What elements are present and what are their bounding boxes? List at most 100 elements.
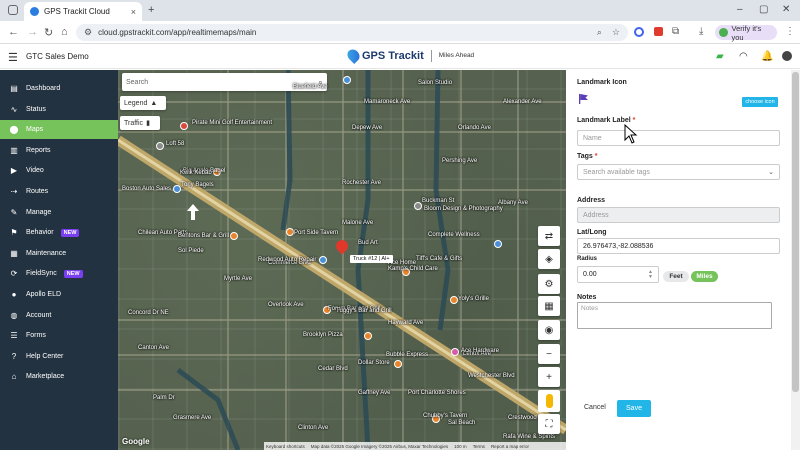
routes-icon: ⇢ (10, 187, 18, 196)
zoom-out-button[interactable]: − (538, 344, 560, 364)
sidebar-item-label: Dashboard (26, 85, 61, 92)
traffic-button[interactable]: Traffic ▮ (120, 116, 160, 130)
layers-icon[interactable]: ◈ (538, 249, 560, 269)
account-icon: ◍ (10, 310, 18, 320)
name-input[interactable]: Name (577, 130, 780, 146)
window-close-icon[interactable]: ✕ (782, 4, 790, 15)
sidebar-item-label: Forms (26, 332, 46, 340)
poi-marker-icon[interactable] (173, 185, 181, 193)
map-pin-icon: ⬤ (9, 125, 19, 135)
cluster-icon[interactable]: ◉ (538, 320, 560, 340)
poi-marker-icon[interactable] (414, 202, 422, 210)
poi-marker-icon[interactable] (450, 296, 458, 304)
sidebar-item-maps[interactable]: ⬤ Maps (0, 120, 118, 140)
cancel-button[interactable]: Cancel (584, 404, 606, 411)
sidebar-item-label: Video (26, 167, 44, 175)
sidebar-item-fieldsync[interactable]: ⟳ FieldSync NEW (0, 264, 118, 283)
site-info-icon[interactable]: ⚙ (84, 27, 92, 38)
terms-link[interactable]: Terms (473, 444, 485, 449)
sidebar-item-status[interactable]: ∿ Status (0, 100, 118, 119)
poi-marker-icon[interactable] (394, 360, 402, 368)
chat-icon[interactable]: ▰ (716, 51, 724, 62)
legend-button[interactable]: Legend ▲ (120, 96, 166, 110)
extension-chrome-icon[interactable] (634, 27, 644, 37)
tab-close-icon[interactable]: × (131, 7, 136, 17)
poi-marker-icon[interactable] (230, 232, 238, 240)
download-icon[interactable]: ⤓ (699, 26, 703, 37)
report-error-link[interactable]: Report a map error (491, 444, 529, 449)
latlong-input[interactable]: 26.976473,-82.088536 (577, 238, 780, 254)
profile-verify-button[interactable]: Verify it's you (715, 24, 777, 42)
sidebar-item-forms[interactable]: ☰ Forms (0, 326, 118, 345)
address-bar[interactable]: ⚙ cloud.gpstrackit.com/app/realtimemaps/… (76, 24, 628, 41)
user-avatar[interactable] (782, 51, 792, 61)
street-label: Pershing Ave (442, 158, 478, 164)
zoom-in-button[interactable]: + (538, 367, 560, 387)
choose-icon-button[interactable]: choose icon (742, 97, 778, 107)
unit-feet-toggle[interactable]: Feet (663, 271, 689, 282)
poi-label: Bud Art (358, 240, 378, 246)
poi-label: Sal Beach (448, 420, 476, 426)
poi-marker-icon[interactable] (156, 142, 164, 150)
map-type-icon[interactable]: ▦ (538, 296, 560, 316)
street-view-pegman-icon[interactable] (538, 390, 560, 412)
poi-marker-icon[interactable] (319, 256, 327, 264)
extensions-puzzle-icon[interactable]: ⧉ (672, 26, 679, 37)
hamburger-menu-icon[interactable]: ☰ (8, 51, 18, 64)
poi-marker-icon[interactable] (364, 332, 372, 340)
tab-title: GPS Trackit Cloud (44, 7, 110, 16)
address-input[interactable]: Address (577, 207, 780, 223)
sidebar-item-label: Behavior (26, 229, 54, 237)
minimize-icon[interactable]: – (737, 4, 743, 15)
sidebar-item-behavior[interactable]: ⚑ Behavior NEW (0, 223, 118, 242)
headset-icon[interactable]: ◠ (739, 51, 748, 62)
truck-label[interactable]: Truck #12 | Al+ (350, 255, 393, 263)
sidebar-item-manage[interactable]: ✎ Manage (0, 203, 118, 222)
poi-marker-icon[interactable] (494, 240, 502, 248)
browser-tab[interactable]: GPS Trackit Cloud × (24, 2, 142, 21)
browser-menu-icon[interactable]: ⋮ (785, 26, 795, 37)
street-label: Concord Dr NE (128, 310, 169, 316)
save-button[interactable]: Save (617, 400, 651, 417)
home-icon[interactable]: ⌂ (61, 26, 68, 38)
extension-red-icon[interactable] (654, 27, 663, 36)
reload-icon[interactable]: ↻ (44, 26, 53, 39)
tags-select[interactable]: Search available tags ⌄ (577, 164, 780, 180)
bookmark-star-icon[interactable]: ☆ (612, 27, 620, 38)
flag-icon[interactable] (579, 94, 588, 104)
sidebar-item-reports[interactable]: ▥ Reports (0, 141, 118, 160)
back-icon[interactable]: ← (8, 26, 19, 38)
bell-icon[interactable]: 🔔 (761, 51, 773, 62)
street-label: Bluefield Ave (293, 84, 328, 90)
poi-label: Rafa Wine & Spirits (503, 434, 556, 440)
sidebar-item-routes[interactable]: ⇢ Routes (0, 182, 118, 201)
sidebar-item-account[interactable]: ◍ Account (0, 306, 118, 325)
poi-marker-icon[interactable] (286, 228, 294, 236)
radius-input[interactable]: 0.00 ▲ ▼ (577, 266, 659, 283)
maximize-icon[interactable]: ▢ (759, 4, 768, 15)
poi-marker-icon[interactable] (451, 348, 459, 356)
sidebar-item-dashboard[interactable]: ▤ Dashboard (0, 79, 118, 98)
unit-miles-toggle[interactable]: Miles (691, 271, 718, 282)
poi-marker-icon[interactable] (343, 76, 351, 84)
settings-gear-icon[interactable]: ⚙ (538, 274, 560, 294)
sidebar-item-marketplace[interactable]: ⌂ Marketplace (0, 367, 118, 386)
sidebar-item-apollo-eld[interactable]: ● Apollo ELD (0, 285, 118, 304)
stepper-icon[interactable]: ▲ ▼ (648, 269, 653, 280)
new-tab-button[interactable]: + (148, 4, 154, 16)
forward-icon[interactable]: → (27, 26, 38, 38)
sidebar-item-video[interactable]: ▶ Video (0, 161, 118, 180)
map-search-input[interactable]: Search (126, 79, 148, 86)
sidebar-item-maintenance[interactable]: ▦ Maintenance (0, 244, 118, 263)
poi-label: Kamp's Child Care (388, 266, 438, 272)
panel-scrollbar-thumb[interactable] (792, 72, 799, 392)
directions-icon[interactable]: ⇄ (538, 226, 560, 246)
notes-textarea[interactable]: Notes (577, 302, 772, 329)
sidebar-item-help-center[interactable]: ? Help Center (0, 347, 118, 366)
tab-search-icon[interactable] (8, 5, 18, 15)
zoom-search-icon[interactable]: ⌕ (597, 27, 602, 38)
poi-marker-icon[interactable] (180, 122, 188, 130)
keyboard-shortcuts-link[interactable]: Keyboard shortcuts (266, 444, 305, 449)
fullscreen-icon[interactable]: ⛶ (538, 414, 560, 434)
realtime-map[interactable]: Search ⌕ Legend ▲ Traffic ▮ Mamaroneck A… (118, 70, 566, 450)
